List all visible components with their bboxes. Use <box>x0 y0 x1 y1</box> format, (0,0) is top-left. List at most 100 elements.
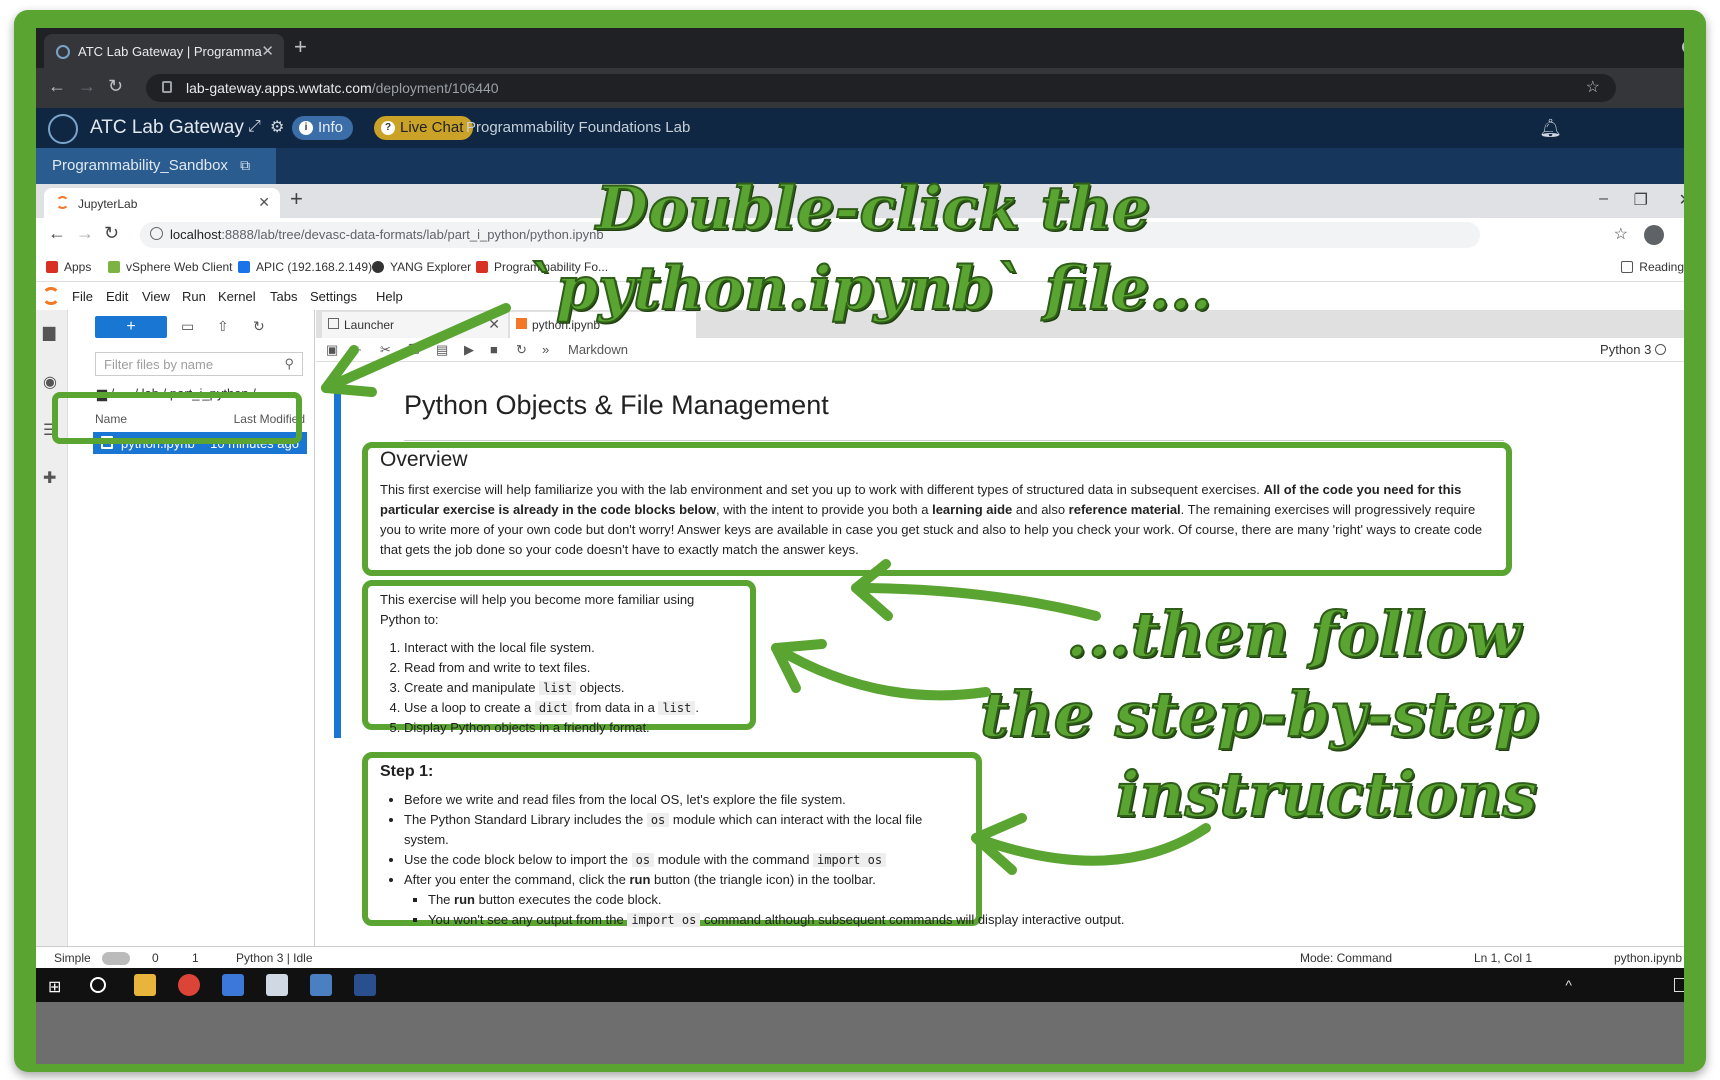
menu-view[interactable]: View <box>142 289 170 304</box>
new-launcher-button[interactable]: + <box>95 316 167 338</box>
menu-file[interactable]: File <box>72 289 93 304</box>
outer-tab-title: ATC Lab Gateway | Programma <box>78 44 262 59</box>
stop-icon[interactable]: ■ <box>490 342 498 357</box>
insert-cell-icon[interactable]: + <box>354 342 362 357</box>
overview-cell[interactable]: Overview This first exercise will help f… <box>362 442 1512 576</box>
cut-icon[interactable]: ✂ <box>380 342 391 358</box>
paste-icon[interactable]: ▤ <box>436 342 448 358</box>
menu-tabs[interactable]: Tabs <box>270 289 297 304</box>
reading-list[interactable]: Reading list <box>1621 260 1684 274</box>
chrome-icon[interactable] <box>178 974 200 996</box>
outer-tab[interactable]: ATC Lab Gateway | Programma ✕ <box>44 34 284 68</box>
menu-settings[interactable]: Settings <box>310 289 357 304</box>
windows-start-icon[interactable]: ⊞ <box>48 977 61 997</box>
live-chat-label: Live Chat <box>400 119 464 136</box>
bookmark-apic[interactable]: APIC (192.168.2.149) <box>238 260 372 274</box>
inner-menu-icon[interactable]: ⋮ <box>1678 224 1684 244</box>
outer-url-host: lab-gateway.apps.wwtatc.com <box>186 80 372 96</box>
sandbox-tab[interactable]: Programmability_Sandbox ⧉ <box>36 148 276 184</box>
overview-paragraph: This first exercise will help familiariz… <box>380 480 1494 560</box>
exercise-goals-cell[interactable]: This exercise will help you become more … <box>362 580 756 735</box>
tab-launcher[interactable]: Launcher ✕ <box>322 312 508 338</box>
kernel-status[interactable]: Python 3 | Idle <box>236 951 313 965</box>
menu-dots-icon[interactable]: ⋮ <box>1682 77 1684 97</box>
close-inner-tab-icon[interactable]: ✕ <box>258 194 270 211</box>
s3-code: os <box>631 853 655 867</box>
notification-center-icon[interactable] <box>1674 978 1684 992</box>
external-link-icon[interactable]: ⧉ <box>240 157 250 173</box>
exercise-item: Display Python objects in a friendly for… <box>404 718 738 738</box>
bookmark-apps[interactable]: Apps <box>46 260 91 274</box>
file-explorer-icon[interactable] <box>134 974 156 996</box>
s5-text-c: button executes the code block. <box>474 892 662 907</box>
step1-item: Before we write and read files from the … <box>404 790 964 810</box>
menu-run[interactable]: Run <box>182 289 206 304</box>
upload-icon[interactable]: ⇧ <box>217 318 229 335</box>
inner-url-rest: :8888/lab/tree/devasc-data-formats/lab/p… <box>221 227 604 242</box>
close-window-icon[interactable]: ✕ <box>1679 190 1684 210</box>
network-app-icon[interactable] <box>222 974 244 996</box>
new-tab-icon[interactable]: + <box>294 34 307 60</box>
lab-name: Programmability Foundations Lab <box>466 119 691 136</box>
windows-taskbar: ⊞ ^ <box>36 968 1684 1002</box>
overview-text-1: This first exercise will help familiariz… <box>380 482 1264 497</box>
folder-app-icon[interactable] <box>266 974 288 996</box>
menu-edit[interactable]: Edit <box>106 289 128 304</box>
inner-new-tab-icon[interactable]: + <box>290 186 303 212</box>
restart-icon[interactable]: ↻ <box>516 342 527 358</box>
mode-indicator: Mode: Command <box>1299 951 1392 965</box>
save-icon[interactable]: ▣ <box>326 342 338 358</box>
close-launcher-icon[interactable]: ✕ <box>488 316 500 333</box>
close-tab-icon[interactable]: ✕ <box>261 42 274 60</box>
remote-desktop-icon[interactable] <box>310 974 332 996</box>
bookmark-yang[interactable]: YANG Explorer <box>372 260 471 274</box>
cursor-position[interactable]: Ln 1, Col 1 <box>1474 951 1532 965</box>
forward-icon[interactable]: → <box>78 76 96 97</box>
inner-profile-icon[interactable] <box>1644 225 1664 245</box>
cell-type-select[interactable]: Markdown <box>568 342 628 357</box>
profile-icon[interactable] <box>1682 40 1684 54</box>
running-icon[interactable]: ◉ <box>43 372 57 392</box>
filter-files-input[interactable]: Filter files by name ⚲ <box>95 352 303 376</box>
search-circle-icon[interactable] <box>90 977 106 993</box>
overview-bold-3: reference material <box>1068 502 1181 517</box>
exercise-item: Interact with the local file system. <box>404 638 738 658</box>
notification-bell-icon[interactable]: 🔔︎ <box>1539 118 1562 139</box>
info-button[interactable]: i Info <box>292 116 354 140</box>
extensions-icon[interactable]: ✚ <box>43 468 56 488</box>
cell-collapser[interactable] <box>334 372 341 738</box>
new-folder-icon[interactable]: ▭ <box>181 318 194 335</box>
menu-help[interactable]: Help <box>376 289 403 304</box>
star-icon[interactable]: ☆ <box>1586 77 1600 97</box>
refresh-icon[interactable]: ↻ <box>253 318 265 335</box>
expand-icon[interactable]: ⤢ <box>248 118 261 136</box>
copy-icon[interactable]: ❐ <box>408 342 420 358</box>
inner-back-icon[interactable]: ← <box>48 223 66 244</box>
menu-kernel[interactable]: Kernel <box>218 289 256 304</box>
inner-star-icon[interactable]: ☆ <box>1614 224 1628 244</box>
kernel-indicator[interactable]: Python 3 <box>1600 342 1666 357</box>
title-divider <box>404 440 1504 441</box>
back-icon[interactable]: ← <box>48 76 66 97</box>
settings-gear-icon[interactable]: ⚙ <box>270 117 284 137</box>
inner-reload-icon[interactable]: ↻ <box>104 223 119 244</box>
overview-text-3: and also <box>1012 502 1069 517</box>
live-chat-button[interactable]: ? Live Chat <box>374 116 474 140</box>
powershell-icon[interactable] <box>354 974 376 996</box>
s6-code: import os <box>627 913 701 927</box>
minimize-icon[interactable]: – <box>1599 190 1608 208</box>
inner-tab[interactable]: JupyterLab ✕ <box>44 188 280 218</box>
item4-code-1: dict <box>534 701 572 715</box>
fast-forward-icon[interactable]: » <box>542 342 549 357</box>
reload-icon[interactable]: ↻ <box>108 76 123 97</box>
tray-chevron-icon[interactable]: ^ <box>1565 977 1572 993</box>
restore-icon[interactable]: ❐ <box>1634 190 1648 210</box>
bookmark-vsphere[interactable]: vSphere Web Client <box>108 260 233 274</box>
run-icon[interactable]: ▶ <box>464 342 474 358</box>
simple-mode-toggle[interactable] <box>102 952 130 965</box>
bookmark-apic-label: APIC (192.168.2.149) <box>256 260 373 274</box>
inner-forward-icon[interactable]: → <box>76 223 94 244</box>
step1-cell[interactable]: Step 1: Before we write and read files f… <box>362 752 1125 927</box>
folder-icon[interactable]: ▆ <box>43 322 55 342</box>
outer-url-bar[interactable]: lab-gateway.apps.wwtatc.com/deployment/1… <box>146 74 1616 102</box>
